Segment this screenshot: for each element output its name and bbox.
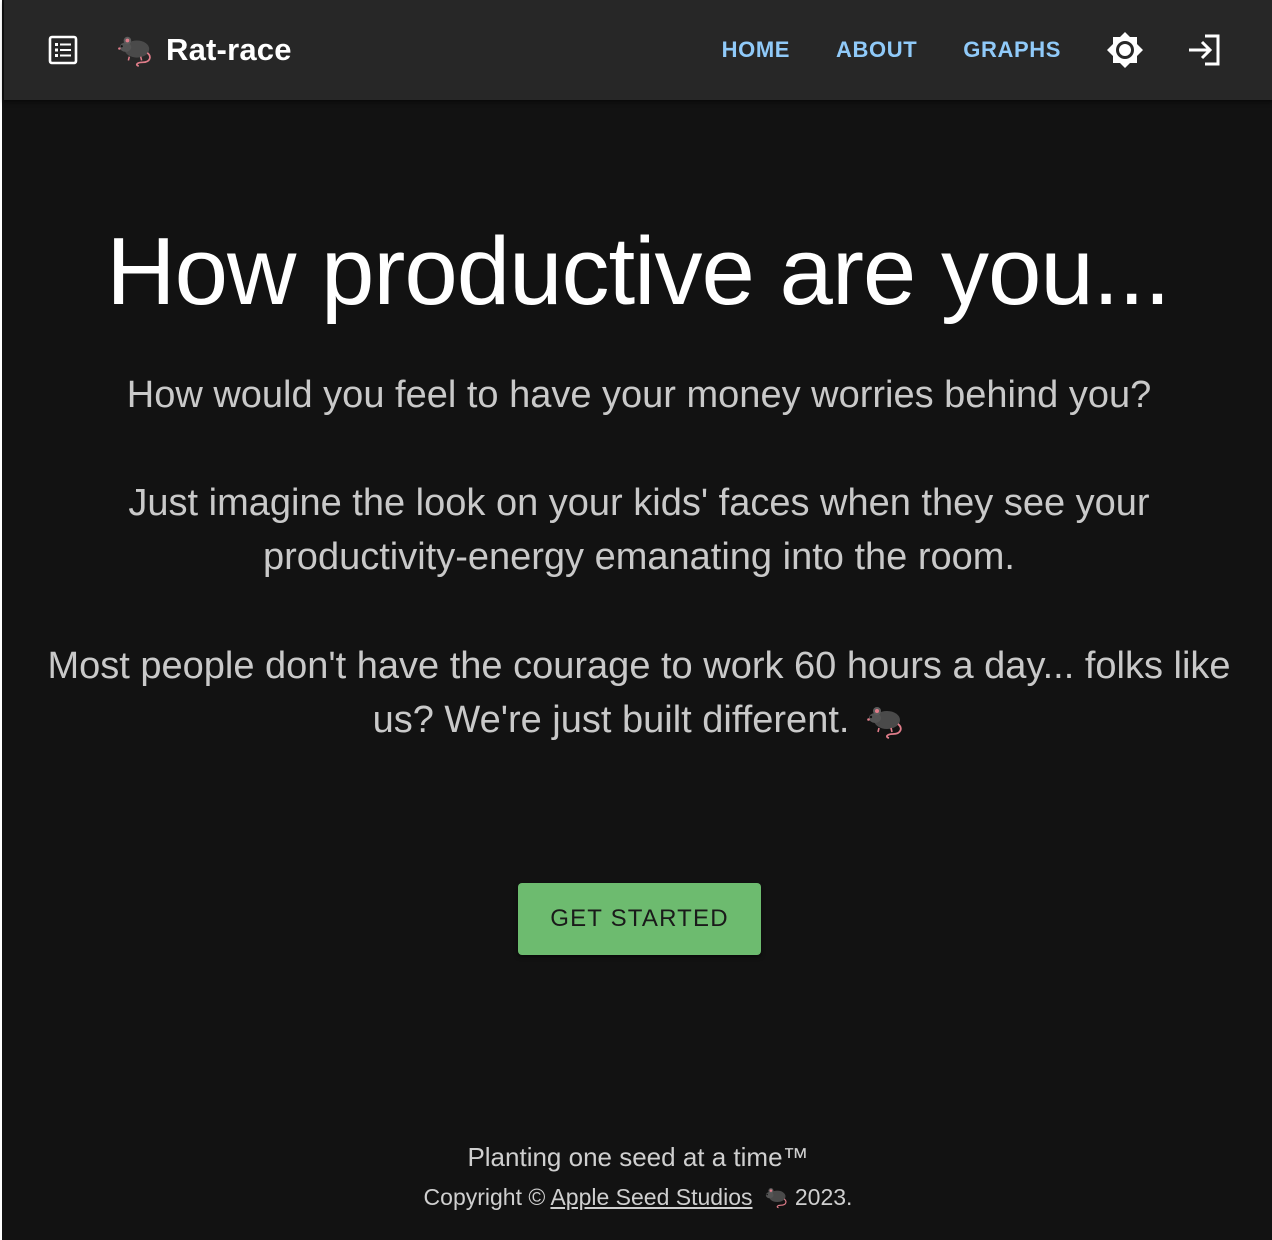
hero-paragraph-with-rat: Most people don't have the courage to wo… — [32, 639, 1246, 747]
list-menu-icon — [48, 35, 78, 65]
copyright-prefix: Copyright © — [423, 1184, 546, 1210]
hero-paragraph: Just imagine the look on your kids' face… — [128, 482, 1150, 578]
copyright-year: 2023. — [794, 1184, 853, 1210]
login-icon — [1189, 34, 1220, 66]
hero-paragraph: How would you feel to have your money wo… — [126, 374, 1152, 416]
theme-toggle-button[interactable] — [1098, 23, 1152, 77]
nav-link-about[interactable]: ABOUT — [813, 37, 940, 63]
rat-icon — [765, 1188, 786, 1209]
get-started-button[interactable]: GET STARTED — [518, 883, 761, 955]
rat-icon — [867, 707, 903, 739]
page: Rat-race HOME ABOUT GRAPHS How productiv… — [0, 0, 1272, 1240]
app-title: Rat-race — [166, 32, 292, 67]
company-link[interactable]: Apple Seed Studios — [550, 1184, 788, 1210]
company-link-label: Apple Seed Studios — [550, 1184, 753, 1210]
menu-button[interactable] — [44, 31, 82, 69]
rat-icon — [118, 36, 151, 67]
login-button[interactable] — [1178, 23, 1232, 77]
hero-title: How productive are you... — [106, 218, 1171, 325]
nav-link-graphs[interactable]: GRAPHS — [940, 37, 1084, 63]
app-bar: Rat-race HOME ABOUT GRAPHS — [4, 0, 1272, 100]
footer-copyright: Copyright © Apple Seed Studios 2023. — [2, 1181, 1272, 1213]
top-nav: HOME ABOUT GRAPHS — [699, 0, 1272, 100]
brand-home-link[interactable]: Rat-race — [116, 28, 292, 72]
nav-link-home[interactable]: HOME — [699, 37, 813, 63]
hero-paragraph-text: Most people don't have the courage to wo… — [47, 645, 1231, 741]
footer-tagline: Planting one seed at a time™ — [467, 1142, 809, 1172]
brightness-icon — [1107, 32, 1143, 68]
